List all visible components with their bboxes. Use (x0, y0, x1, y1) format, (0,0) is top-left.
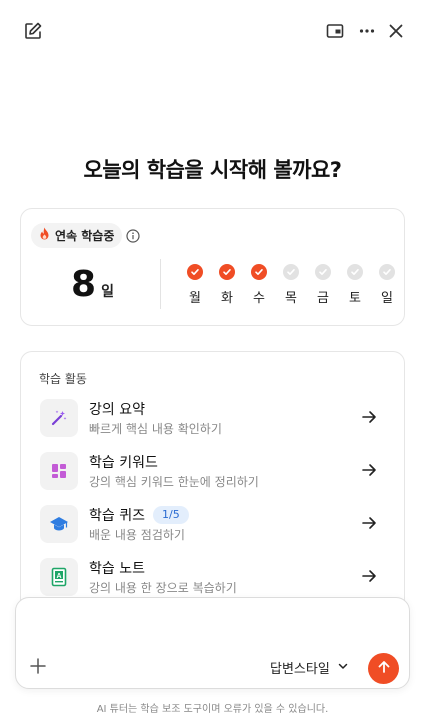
arrow-right-icon (360, 567, 378, 589)
weekday-item: 수 (243, 264, 275, 306)
chevron-down-icon (337, 660, 349, 676)
plus-icon[interactable] (28, 656, 48, 680)
weekday-label: 금 (317, 291, 329, 306)
weekday-item: 토 (339, 264, 371, 306)
more-horizontal-icon[interactable] (355, 19, 379, 43)
svg-text:A: A (56, 573, 61, 580)
check-icon (187, 264, 203, 280)
magic-wand-icon (40, 399, 78, 437)
weekday-item: 목 (275, 264, 307, 306)
activity-subtitle: 강의 내용 한 장으로 복습하기 (89, 581, 237, 595)
check-icon (379, 264, 395, 280)
streak-label: 연속 학습중 (55, 229, 115, 243)
disclaimer-text: AI 튜터는 학습 보조 도구이며 오류가 있을 수 있습니다. (96, 704, 329, 715)
divider (160, 259, 161, 309)
weekday-label: 목 (285, 291, 297, 306)
weekday-tracker: 월화수목금토일 (179, 264, 403, 306)
info-icon[interactable] (126, 228, 140, 247)
weekday-label: 월 (189, 291, 201, 306)
activity-subtitle: 배운 내용 점검하기 (89, 528, 185, 542)
check-icon (347, 264, 363, 280)
streak-count: 8 일 (71, 267, 114, 303)
activity-title: 학습 퀴즈 1/5 (89, 505, 189, 525)
activity-title: 학습 키워드 (89, 455, 158, 471)
streak-unit: 일 (101, 284, 114, 300)
activity-title: 학습 노트 (89, 561, 145, 577)
weekday-item: 월 (179, 264, 211, 306)
top-bar (0, 0, 425, 62)
check-icon (219, 264, 235, 280)
arrow-right-icon (360, 514, 378, 536)
weekday-label: 토 (349, 291, 361, 306)
arrow-right-icon (360, 461, 378, 483)
weekday-label: 화 (221, 291, 233, 306)
check-icon (283, 264, 299, 280)
answer-style-dropdown[interactable]: 답변스타일 (270, 658, 349, 677)
graduation-cap-icon (40, 505, 78, 543)
check-icon (251, 264, 267, 280)
answer-style-label: 답변스타일 (270, 662, 330, 677)
check-icon (315, 264, 331, 280)
picture-in-picture-icon[interactable] (323, 19, 347, 43)
streak-number: 8 (71, 264, 97, 305)
send-button[interactable] (368, 653, 399, 684)
quiz-progress-badge: 1/5 (152, 506, 189, 524)
weekday-label: 수 (253, 291, 265, 306)
weekday-item: 일 (371, 264, 403, 306)
page-title: 오늘의 학습을 시작해 볼까요? (83, 158, 342, 182)
activity-quiz[interactable]: 학습 퀴즈 1/5 배운 내용 점검하기 (21, 505, 406, 555)
activity-keywords[interactable]: 학습 키워드 강의 핵심 키워드 한눈에 정리하기 (21, 452, 406, 502)
activity-title: 강의 요약 (89, 402, 145, 418)
weekday-item: 화 (211, 264, 243, 306)
learning-activity-card: 학습 활동 강의 요약 빠르게 핵심 내용 확인하기 학습 키워드 강의 핵심 … (20, 351, 405, 611)
weekday-item: 금 (307, 264, 339, 306)
flame-icon (38, 226, 51, 245)
weekday-label: 일 (381, 291, 393, 306)
activity-summary[interactable]: 강의 요약 빠르게 핵심 내용 확인하기 (21, 399, 406, 449)
streak-badge: 연속 학습중 (31, 223, 123, 248)
close-icon[interactable] (384, 19, 408, 43)
arrow-right-icon (360, 408, 378, 430)
edit-icon[interactable] (21, 19, 45, 43)
streak-card: 연속 학습중 8 일 월 화 수 목 금 토 일 (20, 208, 405, 326)
message-composer[interactable]: 답변스타일 (15, 597, 410, 689)
activity-subtitle: 강의 핵심 키워드 한눈에 정리하기 (89, 475, 259, 489)
activity-subtitle: 빠르게 핵심 내용 확인하기 (89, 422, 222, 436)
note-icon: A (40, 558, 78, 596)
section-title: 학습 활동 (39, 372, 87, 386)
grid-layout-icon (40, 452, 78, 490)
arrow-up-icon (376, 659, 392, 679)
